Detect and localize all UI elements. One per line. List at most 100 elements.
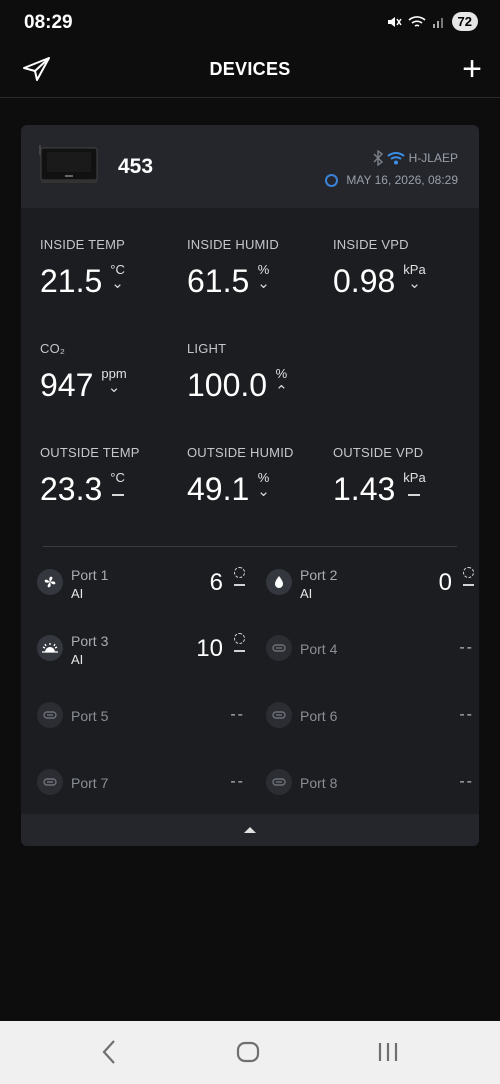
port-mode: AI xyxy=(71,652,84,667)
metric-light[interactable]: LIGHT 100.0 % ⌃ xyxy=(187,341,327,402)
add-device-button[interactable]: + xyxy=(462,52,482,86)
port-level: -- xyxy=(230,706,245,723)
metric-inside-humid[interactable]: INSIDE HUMID 61.5 % ⌄ xyxy=(187,237,327,298)
divider xyxy=(43,546,457,547)
trend-down-icon: ⌄ xyxy=(408,275,421,292)
mute-icon xyxy=(387,16,402,27)
app-header: DEVICES + xyxy=(0,46,500,98)
port-8[interactable]: Port 8 -- xyxy=(266,765,474,809)
port-level: -- xyxy=(459,773,474,790)
port-1[interactable]: Port 1 AI 6 xyxy=(37,565,245,609)
auto-mode-icon xyxy=(463,567,474,586)
battery-badge: 72 xyxy=(451,12,478,31)
metric-unit: % xyxy=(275,366,288,381)
metric-outside-vpd[interactable]: OUTSIDE VPD 1.43 kPa xyxy=(333,445,473,506)
metric-value: 21.5 xyxy=(40,263,103,299)
port-mode: AI xyxy=(300,586,313,601)
port-3[interactable]: Port 3 AI 10 xyxy=(37,631,245,675)
trend-down-icon: ⌄ xyxy=(257,483,270,500)
status-bar: 08:29 72 xyxy=(0,0,500,46)
wifi-status-icon xyxy=(407,15,426,27)
plug-icon xyxy=(266,635,292,661)
metric-label: INSIDE VPD xyxy=(333,237,409,252)
metric-co2[interactable]: CO₂ 947 ppm ⌄ xyxy=(40,341,180,402)
collapse-button[interactable] xyxy=(21,814,479,846)
home-icon[interactable] xyxy=(236,1041,260,1063)
metric-inside-temp[interactable]: INSIDE TEMP 21.5 °C ⌄ xyxy=(40,237,180,298)
device-name: 453 xyxy=(118,155,154,178)
metric-value: 947 xyxy=(40,367,94,403)
port-name: Port 1 xyxy=(71,567,109,583)
port-level: -- xyxy=(230,773,245,790)
port-level: -- xyxy=(459,639,474,656)
trend-down-icon: ⌄ xyxy=(257,275,270,292)
port-name: Port 5 xyxy=(71,708,109,724)
trend-down-icon: ⌄ xyxy=(107,379,121,396)
plug-icon xyxy=(37,769,63,795)
auto-mode-icon xyxy=(234,633,245,652)
auto-mode-icon xyxy=(234,567,245,586)
page-title: DEVICES xyxy=(209,59,291,79)
metric-label: OUTSIDE VPD xyxy=(333,445,424,460)
timestamp-text: MAY 16, 2026, 08:29 xyxy=(346,173,458,187)
back-icon[interactable] xyxy=(100,1039,118,1065)
trend-up-icon: ⌃ xyxy=(275,383,288,400)
port-level: 10 xyxy=(196,635,223,662)
caret-up-icon xyxy=(244,827,256,833)
metric-unit: kPa xyxy=(403,470,426,485)
port-level: 6 xyxy=(209,569,223,596)
metric-value: 1.43 xyxy=(333,471,396,507)
port-level: 0 xyxy=(438,569,452,596)
port-2[interactable]: Port 2 AI 0 xyxy=(266,565,474,609)
metric-value: 61.5 xyxy=(187,263,250,299)
metric-label: OUTSIDE TEMP xyxy=(40,445,140,460)
plug-icon xyxy=(266,702,292,728)
controller-device-icon xyxy=(39,145,98,183)
port-5[interactable]: Port 5 -- xyxy=(37,698,245,742)
port-6[interactable]: Port 6 -- xyxy=(266,698,474,742)
connection-info: H-JLAEP xyxy=(373,150,458,166)
network-name: H-JLAEP xyxy=(408,151,458,165)
status-icons: 72 xyxy=(386,12,478,31)
port-name: Port 4 xyxy=(300,641,338,657)
trend-down-icon: ⌄ xyxy=(111,275,124,292)
metric-label: LIGHT xyxy=(187,341,227,356)
metric-label: CO₂ xyxy=(40,341,66,356)
bluetooth-icon xyxy=(373,150,383,166)
grow-light-icon xyxy=(37,635,63,661)
metric-value: 49.1 xyxy=(187,471,250,507)
system-nav-bar xyxy=(0,1021,500,1084)
trend-flat-icon xyxy=(408,494,421,496)
port-name: Port 2 xyxy=(300,567,338,583)
recents-icon[interactable] xyxy=(376,1041,400,1063)
metric-outside-humid[interactable]: OUTSIDE HUMID 49.1 % ⌄ xyxy=(187,445,327,506)
metric-value: 100.0 xyxy=(187,367,268,403)
port-name: Port 7 xyxy=(71,775,109,791)
status-time: 08:29 xyxy=(24,12,73,33)
metric-label: INSIDE TEMP xyxy=(40,237,126,252)
metric-label: OUTSIDE HUMID xyxy=(187,445,294,460)
metric-unit: °C xyxy=(110,470,125,485)
last-update: MAY 16, 2026, 08:29 xyxy=(325,173,458,187)
port-7[interactable]: Port 7 -- xyxy=(37,765,245,809)
plug-icon xyxy=(37,702,63,728)
metric-value: 23.3 xyxy=(40,471,103,507)
metric-outside-temp[interactable]: OUTSIDE TEMP 23.3 °C xyxy=(40,445,180,506)
signal-icon xyxy=(432,17,443,28)
device-card[interactable]: 453 H-JLAEP MAY 16, 2026, 08:29 INSIDE T… xyxy=(21,125,479,846)
metric-label: INSIDE HUMID xyxy=(187,237,279,252)
port-name: Port 6 xyxy=(300,708,338,724)
port-name: Port 8 xyxy=(300,775,338,791)
port-4[interactable]: Port 4 -- xyxy=(266,631,474,675)
port-name: Port 3 xyxy=(71,633,109,649)
water-drop-icon xyxy=(266,569,292,595)
plug-icon xyxy=(266,769,292,795)
port-level: -- xyxy=(459,706,474,723)
metric-inside-vpd[interactable]: INSIDE VPD 0.98 kPa ⌄ xyxy=(333,237,473,298)
fan-icon xyxy=(37,569,63,595)
status-ring-icon xyxy=(325,173,339,187)
device-card-header[interactable]: 453 H-JLAEP MAY 16, 2026, 08:29 xyxy=(21,125,479,208)
metric-value: 0.98 xyxy=(333,263,396,299)
port-mode: AI xyxy=(71,586,84,601)
wifi-icon xyxy=(386,152,405,165)
